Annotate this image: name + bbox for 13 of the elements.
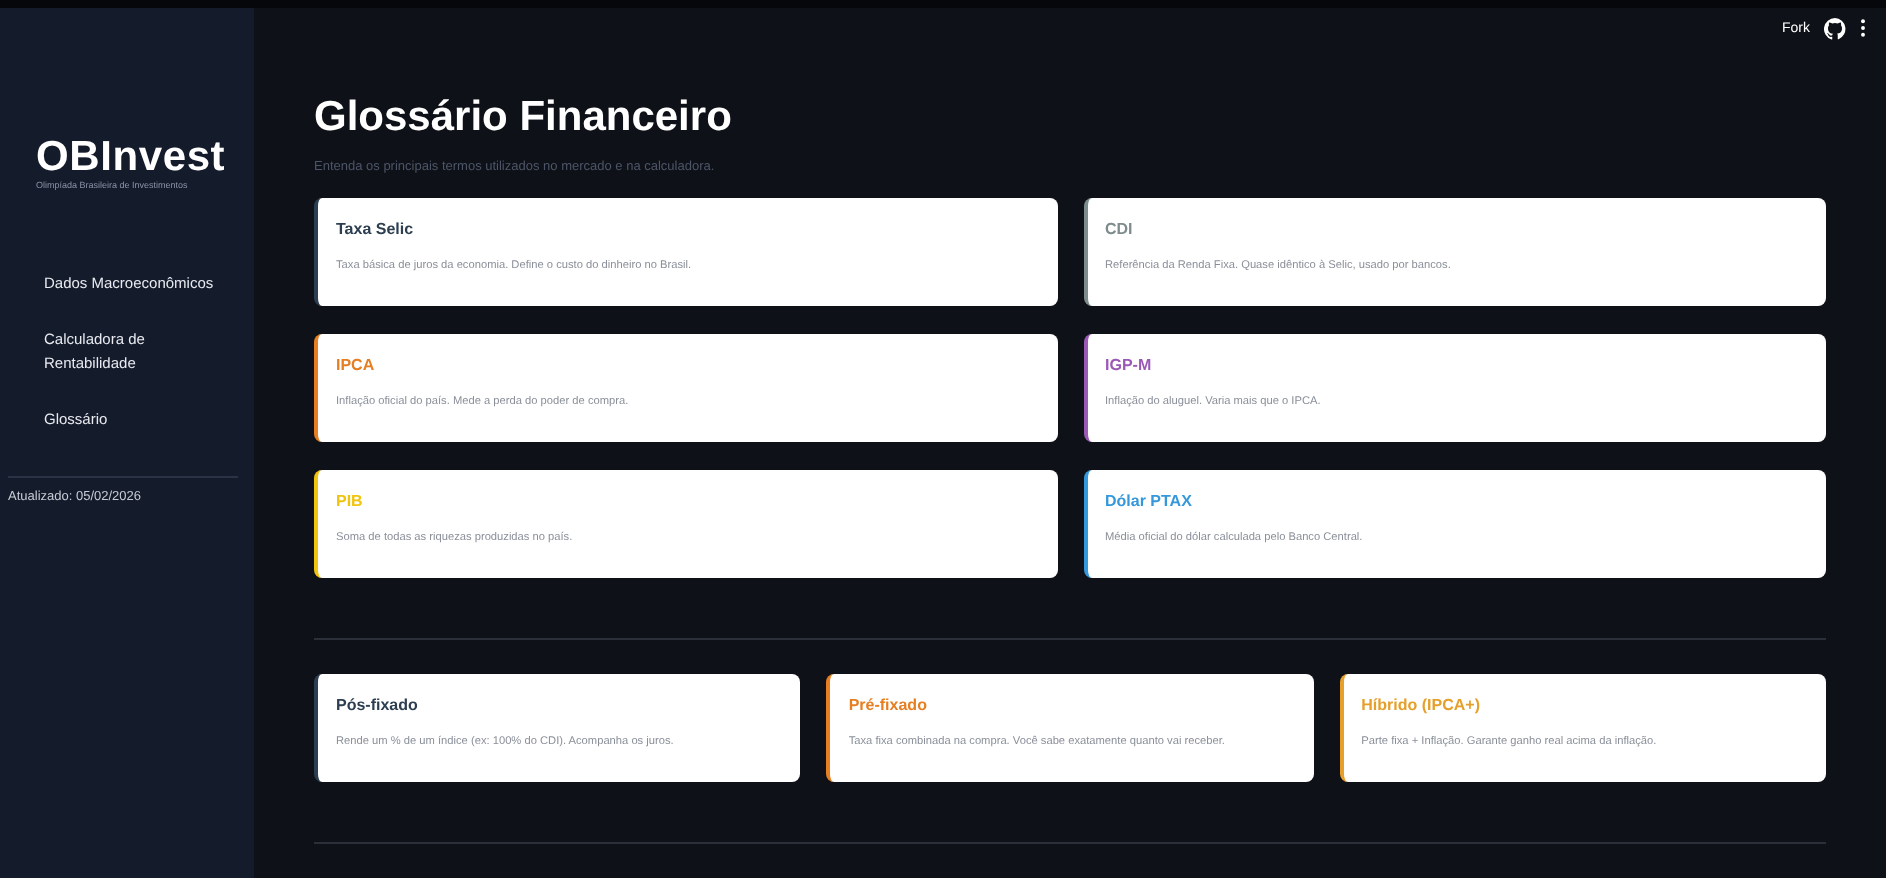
term-title: IPCA — [336, 356, 377, 376]
term-title: Dólar PTAX — [1105, 492, 1194, 512]
term-title: Pré-fixado — [848, 696, 929, 716]
term-title: Pós-fixado — [336, 696, 420, 716]
page-title: Glossário Financeiro — [314, 92, 734, 144]
term-title: Híbrido (IPCA+) — [1361, 696, 1482, 716]
term-title: Taxa Selic — [336, 220, 416, 240]
term-title: PIB — [336, 492, 365, 512]
menu-icon[interactable] — [1860, 18, 1866, 38]
logo: OBInvest — [36, 136, 228, 180]
term-title: CDI — [1105, 220, 1135, 240]
term-title: IGP-M — [1105, 356, 1154, 376]
github-icon[interactable] — [1824, 17, 1846, 39]
